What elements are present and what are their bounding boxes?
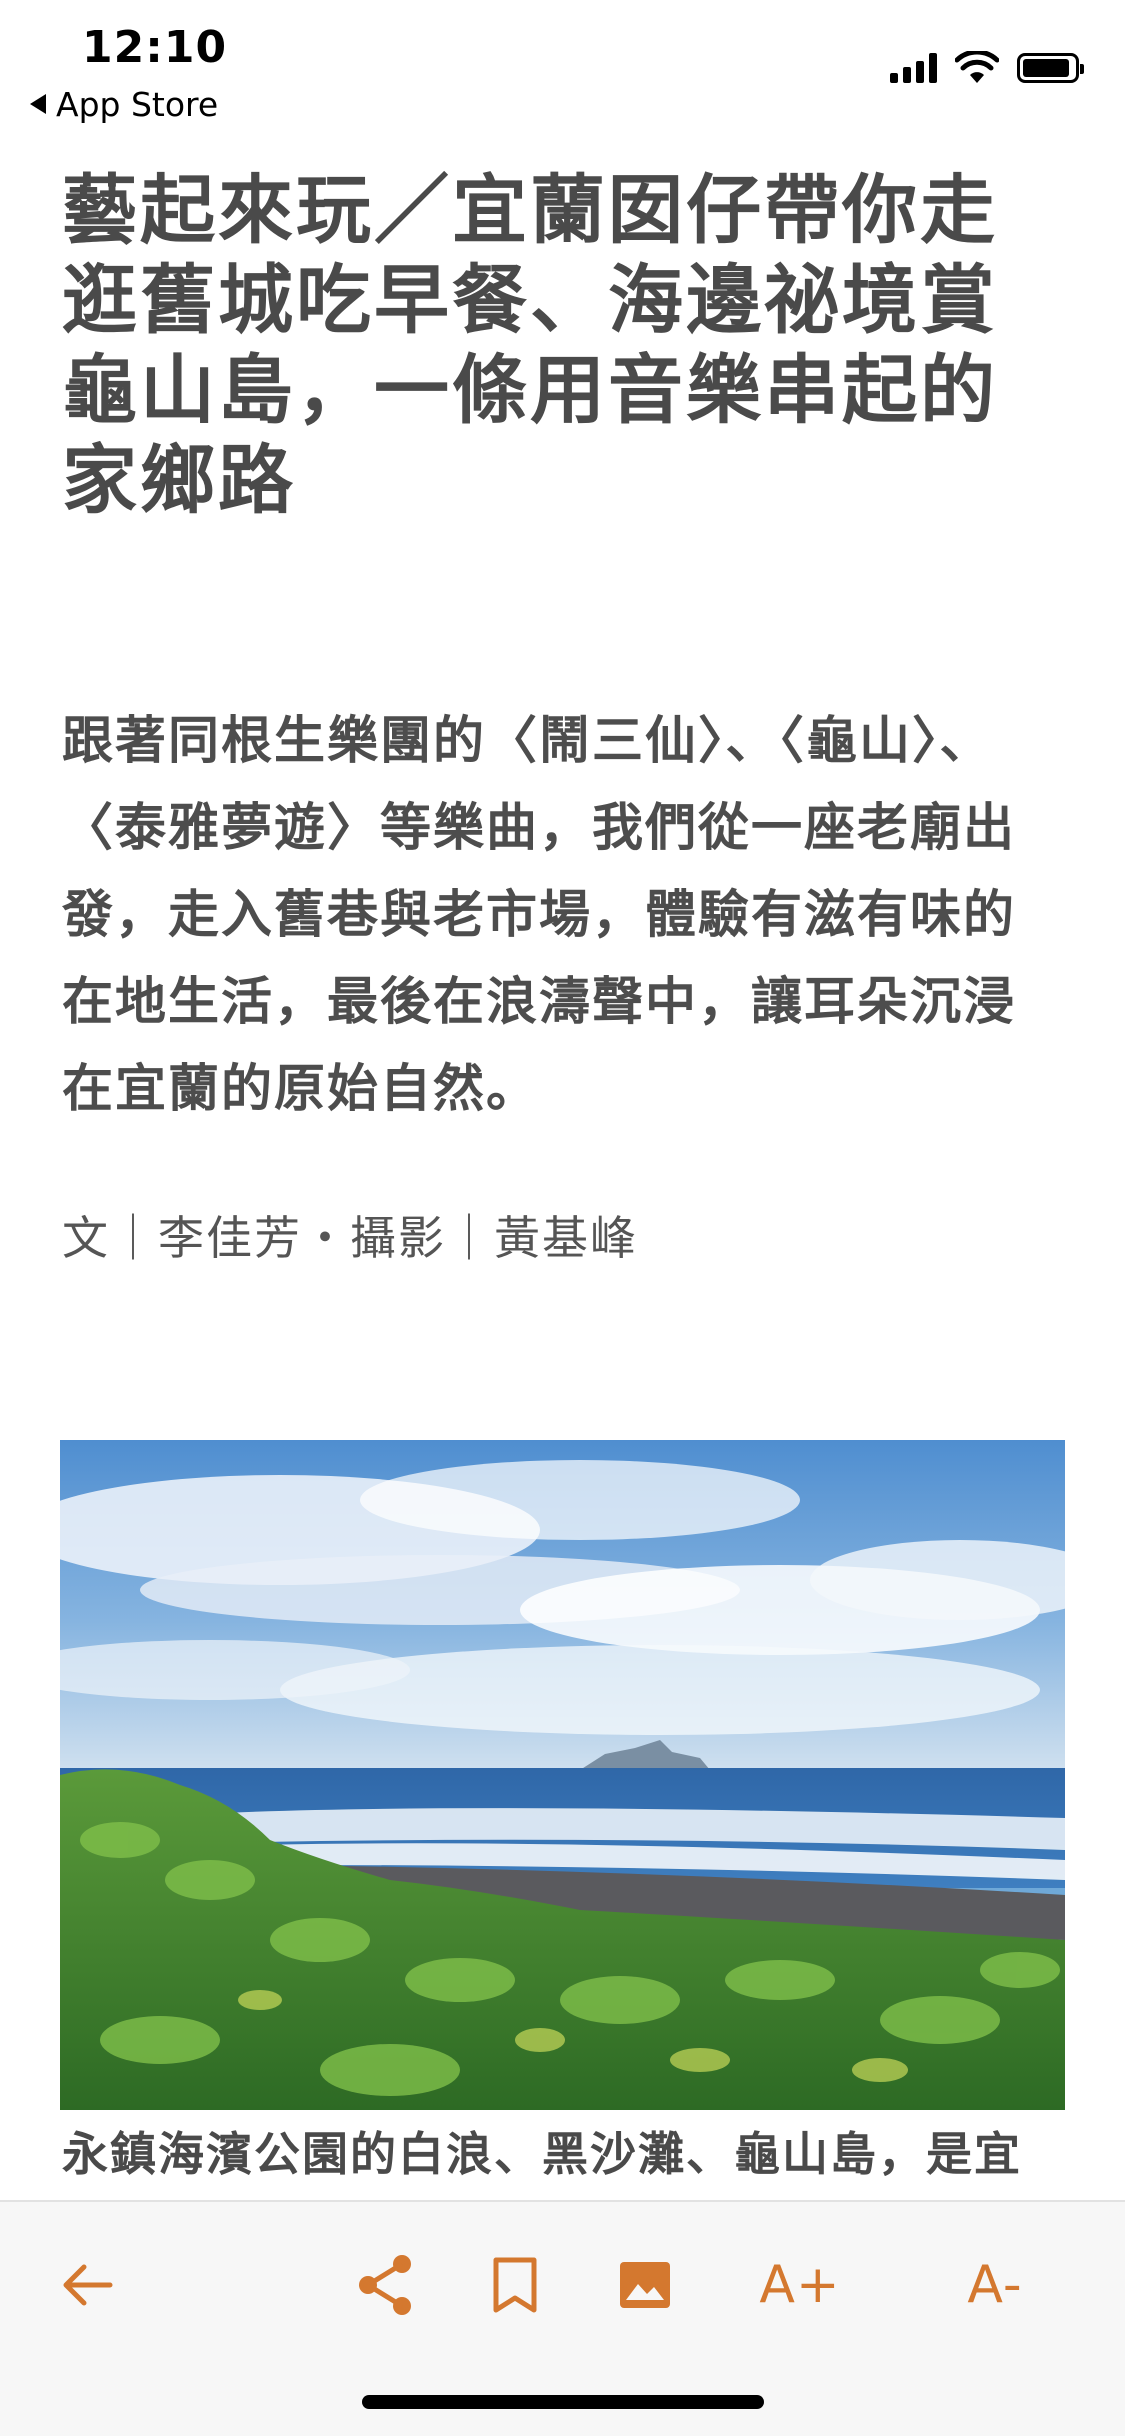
image-button[interactable] bbox=[610, 2240, 680, 2330]
font-increase-label: A+ bbox=[759, 2255, 841, 2315]
seascape-image bbox=[60, 1440, 1065, 2110]
font-increase-button[interactable]: A+ bbox=[755, 2240, 845, 2330]
cellular-signal-icon bbox=[890, 53, 937, 83]
font-decrease-button[interactable]: A- bbox=[950, 2240, 1040, 2330]
share-icon bbox=[359, 2255, 411, 2315]
bookmark-icon bbox=[493, 2257, 537, 2313]
back-app-label: App Store bbox=[56, 84, 219, 124]
status-bar: 12:10 App Store bbox=[0, 0, 1125, 130]
back-button[interactable] bbox=[52, 2240, 122, 2330]
image-icon bbox=[620, 2262, 670, 2308]
article-lede: 跟著同根生樂團的〈鬧三仙〉、〈龜山〉、〈泰雅夢遊〉等樂曲，我們從一座老廟出發，走… bbox=[62, 712, 1017, 1119]
article-byline: 文｜李佳芳・攝影｜黃基峰 bbox=[62, 1211, 638, 1265]
photo-caption: 永鎮海濱公園的白浪、黑沙灘、龜山島，是宜 bbox=[62, 2127, 1022, 2181]
status-time: 12:10 bbox=[82, 22, 228, 73]
bookmark-button[interactable] bbox=[480, 2240, 550, 2330]
share-button[interactable] bbox=[350, 2240, 420, 2330]
article-title: 藝起來玩／宜蘭囡仔帶你走逛舊城吃早餐、海邊祕境賞龜山島，一條用音樂串起的家鄉路 bbox=[62, 166, 999, 524]
article-photo[interactable] bbox=[60, 1440, 1065, 2110]
font-decrease-label: A- bbox=[967, 2255, 1023, 2315]
back-to-app-store-link[interactable]: App Store bbox=[30, 82, 218, 126]
screen: 12:10 App Store 藝起來玩／宜蘭囡仔帶你走逛舊城吃早餐、海邊祕境賞… bbox=[0, 0, 1125, 2436]
battery-icon bbox=[1017, 53, 1084, 83]
status-icons bbox=[890, 48, 1084, 88]
back-triangle-icon bbox=[30, 94, 46, 114]
wifi-icon bbox=[955, 51, 999, 83]
home-indicator[interactable] bbox=[362, 2395, 764, 2409]
arrow-left-icon bbox=[63, 2264, 113, 2306]
